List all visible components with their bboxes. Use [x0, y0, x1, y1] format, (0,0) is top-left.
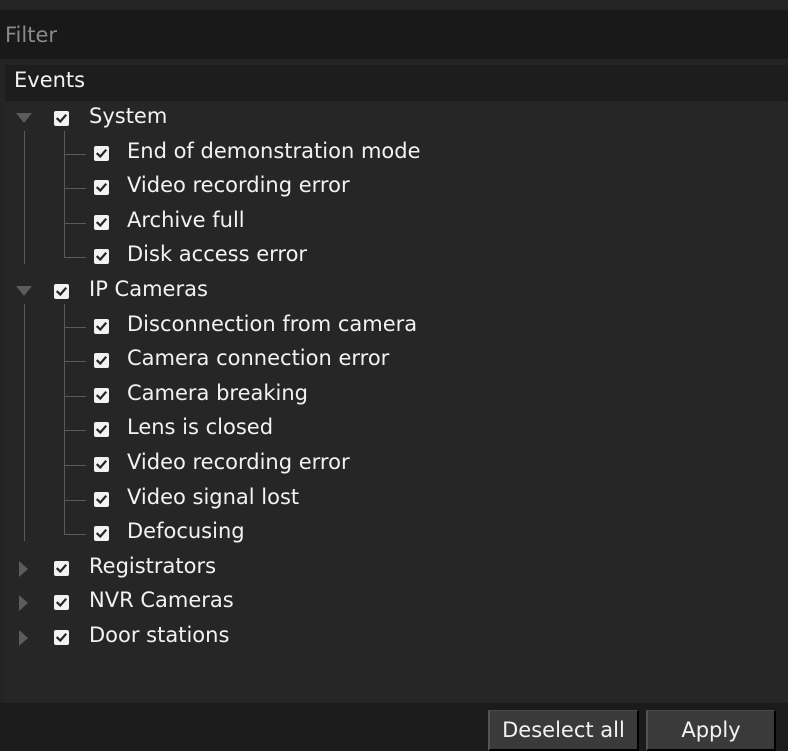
events-header-label: Events — [14, 68, 86, 92]
apply-button[interactable]: Apply — [646, 710, 776, 751]
checkbox-checked-icon[interactable] — [94, 353, 109, 369]
checkbox-checked-icon[interactable] — [54, 595, 69, 611]
tree-item[interactable]: Lens is closed — [5, 413, 705, 447]
tree-item[interactable]: Defocusing — [5, 517, 705, 551]
expand-down-arrow-icon[interactable] — [16, 113, 32, 123]
deselect-all-button[interactable]: Deselect all — [488, 710, 639, 751]
checkbox-checked-icon[interactable] — [94, 318, 109, 334]
tree-branch-line — [64, 326, 86, 328]
tree-item-label: End of demonstration mode — [127, 138, 421, 163]
tree-branch-line — [64, 395, 86, 397]
tree-branch-line — [64, 499, 86, 501]
events-column-header: Events — [5, 65, 788, 101]
expand-right-arrow-icon[interactable] — [19, 630, 28, 646]
tree-item-label: Video recording error — [127, 173, 350, 198]
tree-guide-line — [64, 303, 65, 535]
checkbox-checked-icon[interactable] — [94, 145, 109, 161]
tree-branch-line — [64, 257, 86, 259]
tree-branch-line — [64, 465, 86, 466]
tree-group-label: Registrators — [89, 553, 217, 578]
checkbox-checked-icon[interactable] — [94, 249, 109, 265]
tree-item[interactable]: Disconnection from camera — [5, 310, 705, 344]
tree-item[interactable]: Archive full — [5, 206, 705, 240]
tree-group-door-stations[interactable]: Door stations — [5, 621, 705, 655]
tree-group-label: Door stations — [89, 623, 230, 647]
tree-group-ip-cameras[interactable]: IP Cameras — [5, 275, 705, 309]
tree-branch-line — [64, 222, 86, 224]
checkbox-checked-icon[interactable] — [54, 560, 69, 576]
checkbox-checked-icon[interactable] — [54, 284, 69, 299]
checkbox-checked-icon[interactable] — [94, 387, 109, 403]
tree-group-label: NVR Cameras — [89, 588, 234, 613]
tree-group-label: System — [89, 104, 168, 128]
checkbox-checked-icon[interactable] — [94, 457, 109, 472]
checkbox-checked-icon[interactable] — [94, 491, 109, 507]
tree-branch-line — [64, 361, 86, 363]
tree-group-nvr-cameras[interactable]: NVR Cameras — [5, 586, 705, 620]
events-tree: Events System End of demonstration mode Vi… — [5, 65, 788, 703]
expand-down-arrow-icon[interactable] — [16, 286, 32, 296]
tree-group-label: IP Cameras — [89, 277, 208, 301]
checkbox-checked-icon[interactable] — [54, 111, 69, 126]
expand-right-arrow-icon[interactable] — [19, 595, 28, 612]
checkbox-checked-icon[interactable] — [54, 630, 69, 645]
tree-item-label: Video recording error — [127, 450, 350, 474]
tree-item[interactable]: Disk access error — [5, 240, 705, 274]
tree-item-label: Video signal lost — [127, 484, 300, 509]
tree-branch-line — [64, 153, 86, 155]
tree-guide-line — [64, 130, 65, 258]
expand-right-arrow-icon[interactable] — [19, 560, 28, 577]
tree-item[interactable]: Video recording error — [5, 448, 705, 482]
tree-branch-line — [64, 534, 86, 536]
filter-bar — [0, 10, 788, 59]
tree-item[interactable]: Camera connection error — [5, 344, 705, 378]
checkbox-checked-icon[interactable] — [94, 422, 109, 438]
tree-item-label: Camera breaking — [127, 380, 309, 405]
tree-outer-guide-line — [24, 303, 25, 542]
filter-dialog: Events System End of demonstration mode Vi… — [0, 0, 788, 751]
tree-item-label: Defocusing — [127, 519, 245, 544]
tree-item-label: Archive full — [127, 207, 245, 232]
tree-item[interactable]: End of demonstration mode — [5, 137, 705, 171]
checkbox-checked-icon[interactable] — [94, 526, 109, 542]
tree-item-label: Disk access error — [127, 242, 308, 267]
button-bar: Deselect all Apply — [0, 703, 788, 751]
tree-item-label: Disconnection from camera — [127, 311, 418, 336]
tree-item[interactable]: Video signal lost — [5, 483, 705, 517]
checkbox-checked-icon[interactable] — [94, 180, 109, 196]
tree-outer-guide-line — [24, 130, 25, 265]
filter-input[interactable] — [5, 10, 775, 59]
tree-group-registrators[interactable]: Registrators — [5, 552, 705, 586]
tree-item[interactable]: Camera breaking — [5, 379, 705, 413]
tree-branch-line — [64, 430, 86, 432]
tree-branch-line — [64, 188, 86, 190]
tree-item-label: Lens is closed — [127, 415, 274, 440]
tree-group-system[interactable]: System — [5, 102, 705, 136]
checkbox-checked-icon[interactable] — [94, 214, 109, 230]
tree-item[interactable]: Video recording error — [5, 171, 705, 205]
tree-item-label: Camera connection error — [127, 346, 390, 371]
